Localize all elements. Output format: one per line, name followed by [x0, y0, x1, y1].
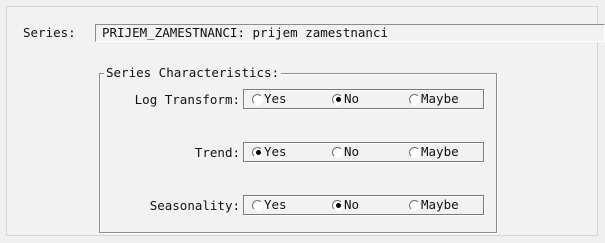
- trend-option-yes[interactable]: Yes: [252, 145, 287, 159]
- log-transform-label: Log Transform:: [134, 92, 240, 107]
- group-title: Series Characteristics:: [104, 65, 282, 81]
- series-characteristics-group: Series Characteristics: Log Transform: Y…: [99, 65, 498, 233]
- option-label: Yes: [264, 197, 287, 212]
- series-row: Series: PRIJEM_ZAMESTNANCI: prijem zames…: [23, 22, 605, 44]
- radio-checked-icon[interactable]: [332, 199, 343, 211]
- radio-checked-icon[interactable]: [252, 146, 263, 158]
- seasonality-label: Seasonality:: [149, 198, 240, 213]
- option-label: No: [344, 197, 360, 212]
- radio-icon[interactable]: [252, 93, 263, 105]
- log-transform-row: Log Transform: Yes No Maybe: [100, 89, 498, 111]
- seasonality-radio-group: Yes No Maybe: [243, 195, 484, 215]
- option-label: Maybe: [421, 144, 459, 159]
- option-label: Yes: [264, 91, 287, 106]
- radio-icon[interactable]: [332, 146, 343, 158]
- option-label: No: [344, 91, 360, 106]
- option-label: Maybe: [421, 91, 459, 106]
- radio-icon[interactable]: [409, 146, 420, 158]
- trend-option-maybe[interactable]: Maybe: [409, 145, 459, 159]
- option-label: Maybe: [421, 197, 459, 212]
- seasonality-option-no[interactable]: No: [332, 198, 359, 212]
- series-field[interactable]: PRIJEM_ZAMESTNANCI: prijem zamestnanci: [95, 24, 605, 42]
- seasonality-option-maybe[interactable]: Maybe: [409, 198, 459, 212]
- option-label: No: [344, 144, 360, 159]
- radio-icon[interactable]: [409, 93, 420, 105]
- log-transform-radio-group: Yes No Maybe: [243, 89, 484, 109]
- trend-option-no[interactable]: No: [332, 145, 359, 159]
- trend-radio-group: Yes No Maybe: [243, 142, 484, 162]
- series-label: Series:: [23, 25, 76, 40]
- seasonality-option-yes[interactable]: Yes: [252, 198, 287, 212]
- radio-icon[interactable]: [409, 199, 420, 211]
- seasonality-row: Seasonality: Yes No Maybe: [100, 195, 498, 217]
- trend-label: Trend:: [194, 145, 240, 160]
- log-transform-option-maybe[interactable]: Maybe: [409, 92, 459, 106]
- radio-icon[interactable]: [252, 199, 263, 211]
- option-label: Yes: [264, 144, 287, 159]
- log-transform-option-no[interactable]: No: [332, 92, 359, 106]
- series-dialog: Series: PRIJEM_ZAMESTNANCI: prijem zames…: [6, 6, 605, 236]
- log-transform-option-yes[interactable]: Yes: [252, 92, 287, 106]
- radio-checked-icon[interactable]: [332, 93, 343, 105]
- trend-row: Trend: Yes No Maybe: [100, 142, 498, 164]
